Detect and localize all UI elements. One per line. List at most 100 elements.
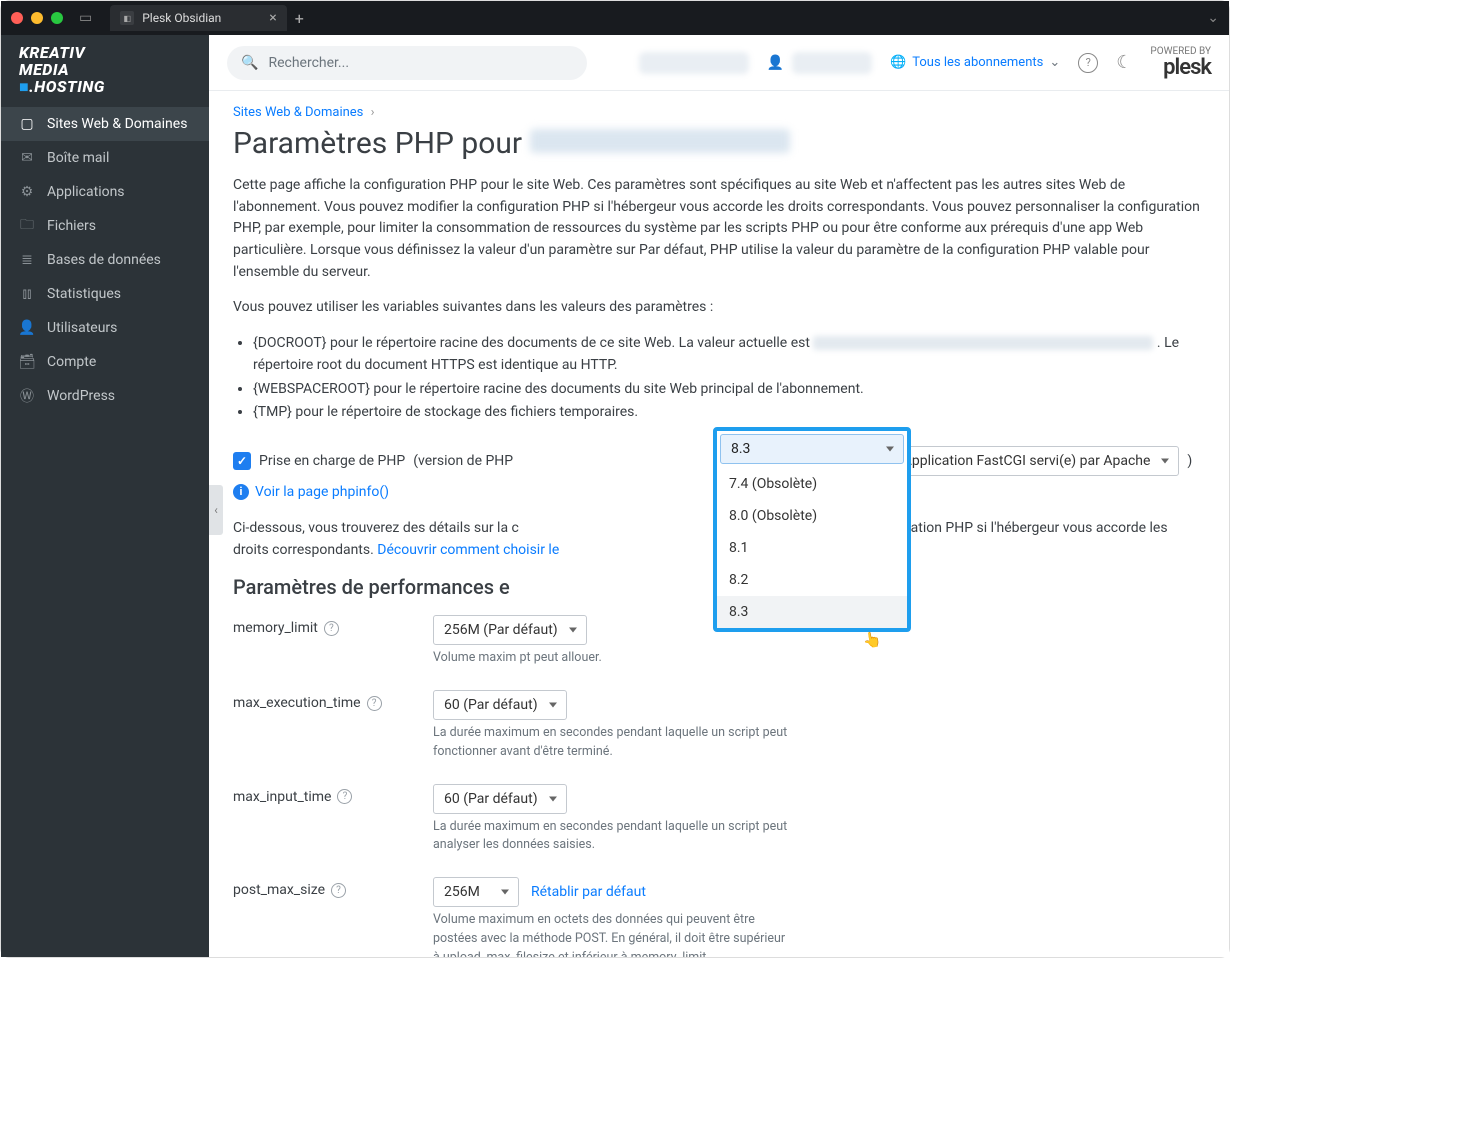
help-icon[interactable]: ? bbox=[331, 883, 346, 898]
tab-favicon: ◧ bbox=[120, 11, 134, 25]
sidebar-item-account[interactable]: 🗃 Compte bbox=[1, 345, 209, 379]
php-support-label: Prise en charge de PHP bbox=[259, 453, 405, 469]
setting-hint: La durée maximum en secondes pendant laq… bbox=[433, 818, 793, 856]
gear-icon: ⚙ bbox=[19, 184, 35, 200]
info-icon: i bbox=[233, 484, 249, 500]
sidebar-item-label: Compte bbox=[47, 354, 96, 370]
vars-intro: Vous pouvez utiliser les variables suiva… bbox=[233, 297, 1205, 319]
dropdown-option[interactable]: 8.1 bbox=[717, 532, 907, 564]
maximize-window-button[interactable] bbox=[51, 12, 63, 24]
stats-icon: ⫾⫾ bbox=[19, 286, 35, 302]
traffic-lights bbox=[11, 12, 63, 24]
plesk-logo: POWERED BY plesk bbox=[1150, 47, 1211, 79]
select-value: 60 (Par défaut) bbox=[444, 791, 538, 807]
sidebar-item-wordpress[interactable]: Ⓦ WordPress bbox=[1, 379, 209, 413]
help-button[interactable]: ? bbox=[1078, 53, 1098, 73]
max-execution-time-select[interactable]: 60 (Par défaut) bbox=[433, 690, 567, 720]
subscriptions-switcher[interactable]: 🌐 Tous les abonnements ⌄ bbox=[890, 55, 1060, 70]
setting-label: memory_limit bbox=[233, 620, 318, 636]
search-input[interactable]: 🔍 Rechercher... bbox=[227, 46, 587, 80]
search-placeholder: Rechercher... bbox=[268, 55, 349, 71]
sidebar-item-label: Bases de données bbox=[47, 252, 161, 268]
tab-close-icon[interactable]: × bbox=[269, 10, 276, 26]
setting-hint: Volume maxim pt peut allouer. bbox=[433, 649, 793, 668]
redacted-path bbox=[813, 336, 1153, 350]
setting-max-execution-time: max_execution_time ? 60 (Par défaut) La … bbox=[233, 690, 1205, 762]
titlebar-chevron-icon[interactable]: ⌄ bbox=[1207, 10, 1219, 26]
dropdown-option[interactable]: 8.3 bbox=[717, 596, 907, 628]
help-icon[interactable]: ? bbox=[367, 696, 382, 711]
user-menu[interactable]: 👤 bbox=[767, 52, 872, 74]
sidebar-item-label: Statistiques bbox=[47, 286, 121, 302]
sidebar-item-files[interactable]: 🗀 Fichiers bbox=[1, 209, 209, 243]
redacted-user bbox=[792, 52, 872, 74]
redacted-domain-title bbox=[530, 129, 790, 153]
close-window-button[interactable] bbox=[11, 12, 23, 24]
variables-list: {DOCROOT} pour le répertoire racine des … bbox=[253, 333, 1205, 424]
memory-limit-select[interactable]: 256M (Par défaut) bbox=[433, 615, 587, 645]
post-max-size-select[interactable]: 256M bbox=[433, 877, 519, 907]
list-item: {TMP} pour le répertoire de stockage des… bbox=[253, 402, 1205, 424]
discover-link[interactable]: Découvrir comment choisir le bbox=[377, 542, 559, 558]
sidebar-item-label: Boîte mail bbox=[47, 150, 109, 166]
search-icon: 🔍 bbox=[241, 55, 258, 71]
main-area: 🔍 Rechercher... 👤 🌐 Tous les abonnements… bbox=[209, 35, 1229, 957]
folder-icon: 🗀 bbox=[19, 218, 35, 234]
setting-label: post_max_size bbox=[233, 882, 325, 898]
setting-max-input-time: max_input_time ? 60 (Par défaut) La duré… bbox=[233, 784, 1205, 856]
intro-text: Cette page affiche la configuration PHP … bbox=[233, 175, 1205, 283]
dropdown-option[interactable]: 8.2 bbox=[717, 564, 907, 596]
help-icon[interactable]: ? bbox=[337, 789, 352, 804]
sidebar-item-sites[interactable]: ▢ Sites Web & Domaines bbox=[1, 107, 209, 141]
select-value: 8.3 bbox=[731, 441, 750, 457]
select-value: 256M bbox=[444, 884, 480, 900]
tab-title: Plesk Obsidian bbox=[142, 11, 221, 25]
dropdown-option[interactable]: 7.4 (Obsolète) bbox=[717, 468, 907, 500]
sidebar-item-apps[interactable]: ⚙ Applications bbox=[1, 175, 209, 209]
sidebar-item-label: Sites Web & Domaines bbox=[47, 116, 187, 132]
php-support-checkbox[interactable]: ✓ bbox=[233, 452, 251, 470]
sidebar-item-mail[interactable]: ✉ Boîte mail bbox=[1, 141, 209, 175]
chevron-right-icon: › bbox=[371, 105, 375, 120]
globe-icon: 🌐 bbox=[890, 55, 906, 70]
sidebar-item-databases[interactable]: ≣ Bases de données bbox=[1, 243, 209, 277]
select-value: 256M (Par défaut) bbox=[444, 622, 558, 638]
setting-post-max-size: post_max_size ? 256M Rétablir par défaut… bbox=[233, 877, 1205, 957]
subscriptions-label: Tous les abonnements bbox=[912, 55, 1043, 70]
php-version-select[interactable]: 8.3 bbox=[720, 434, 904, 464]
minimize-window-button[interactable] bbox=[31, 12, 43, 24]
users-icon: 👤 bbox=[19, 320, 35, 336]
content: Sites Web & Domaines › Paramètres PHP po… bbox=[209, 91, 1229, 957]
brand-logo: KREATIV MEDIA ■.HOSTING bbox=[1, 35, 209, 107]
list-item: {DOCROOT} pour le répertoire racine des … bbox=[253, 333, 1205, 376]
sidebar-item-stats[interactable]: ⫾⫾ Statistiques bbox=[1, 277, 209, 311]
breadcrumb[interactable]: Sites Web & Domaines › bbox=[233, 105, 1205, 120]
closing-paren: ) bbox=[1187, 453, 1192, 469]
browser-tab[interactable]: ◧ Plesk Obsidian × bbox=[110, 5, 287, 31]
cursor-icon: 👆 bbox=[862, 630, 883, 650]
wordpress-icon: Ⓦ bbox=[19, 388, 35, 404]
breadcrumb-link[interactable]: Sites Web & Domaines bbox=[233, 105, 363, 120]
max-input-time-select[interactable]: 60 (Par défaut) bbox=[433, 784, 567, 814]
sidebar-item-label: Applications bbox=[47, 184, 125, 200]
sidebar: KREATIV MEDIA ■.HOSTING ▢ Sites Web & Do… bbox=[1, 35, 209, 957]
php-handler-select[interactable]: Application FastCGI servi(e) par Apache bbox=[892, 446, 1180, 476]
sidebar-item-label: Fichiers bbox=[47, 218, 96, 234]
sidebar-item-label: WordPress bbox=[47, 388, 115, 404]
help-icon[interactable]: ? bbox=[324, 621, 339, 636]
dropdown-option[interactable]: 8.0 (Obsolète) bbox=[717, 500, 907, 532]
monitor-icon: ▢ bbox=[19, 116, 35, 132]
setting-label: max_execution_time bbox=[233, 695, 361, 711]
brand-line3: .HOSTING bbox=[29, 79, 105, 96]
php-version-dropdown[interactable]: 8.3 7.4 (Obsolète) 8.0 (Obsolète) 8.1 8.… bbox=[713, 427, 911, 632]
list-item: {WEBSPACEROOT} pour le répertoire racine… bbox=[253, 379, 1205, 401]
reset-default-link[interactable]: Rétablir par défaut bbox=[531, 884, 646, 900]
chevron-down-icon: ⌄ bbox=[1049, 55, 1060, 70]
php-version-label: (version de PHP bbox=[413, 453, 513, 469]
window-overview-icon[interactable]: ▭ bbox=[79, 10, 92, 26]
new-tab-button[interactable]: + bbox=[295, 9, 304, 28]
setting-label: max_input_time bbox=[233, 789, 331, 805]
dark-mode-toggle[interactable]: ☾ bbox=[1116, 52, 1132, 73]
database-icon: ≣ bbox=[19, 252, 35, 268]
sidebar-item-users[interactable]: 👤 Utilisateurs bbox=[1, 311, 209, 345]
